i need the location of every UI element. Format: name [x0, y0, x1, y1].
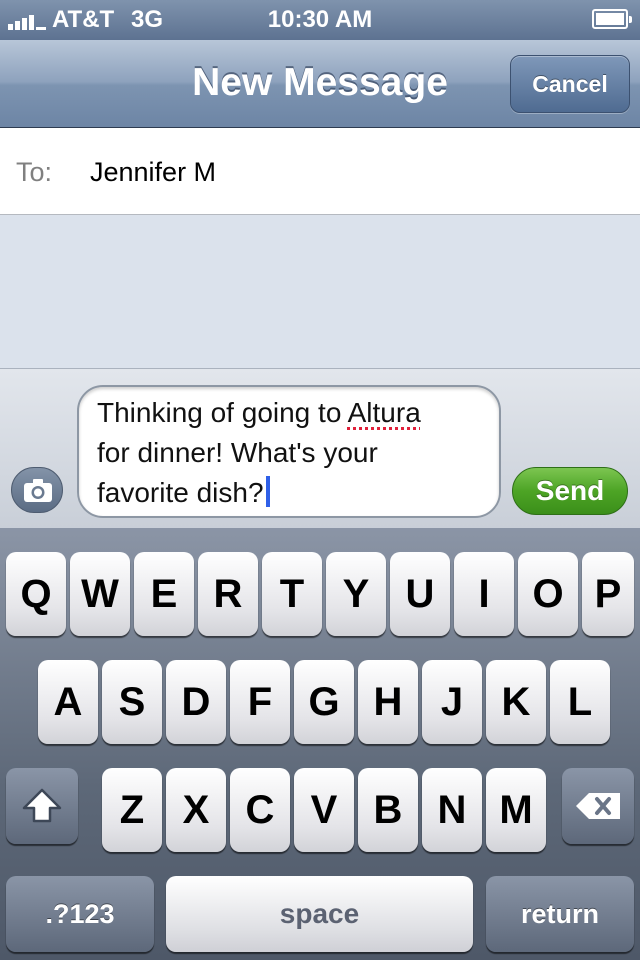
key-s[interactable]: S: [102, 660, 162, 744]
message-text[interactable]: Thinking of going to Altura for dinner! …: [97, 393, 487, 513]
return-key[interactable]: return: [486, 876, 634, 952]
key-x[interactable]: X: [166, 768, 226, 852]
status-bar: AT&T 3G 10:30 AM: [0, 0, 640, 40]
message-line-1: Thinking of going to: [97, 397, 348, 428]
backspace-icon: [576, 793, 620, 819]
message-line-2: for dinner! What's your: [97, 437, 378, 468]
send-button[interactable]: Send: [512, 467, 628, 515]
keyboard: Q W E R T Y U I O P A S D F G H J K L Z …: [0, 528, 640, 960]
key-r[interactable]: R: [198, 552, 258, 636]
key-m[interactable]: M: [486, 768, 546, 852]
shift-key[interactable]: [6, 768, 78, 844]
key-p[interactable]: P: [582, 552, 634, 636]
message-input[interactable]: Thinking of going to Altura for dinner! …: [77, 385, 501, 518]
shift-arrow-icon: [22, 788, 62, 823]
key-k[interactable]: K: [486, 660, 546, 744]
key-l[interactable]: L: [550, 660, 610, 744]
numbers-key[interactable]: .?123: [6, 876, 154, 952]
battery-icon: [592, 9, 632, 29]
key-u[interactable]: U: [390, 552, 450, 636]
compose-bar: Thinking of going to Altura for dinner! …: [0, 368, 640, 528]
key-f[interactable]: F: [230, 660, 290, 744]
status-time: 10:30 AM: [267, 6, 373, 33]
key-y[interactable]: Y: [326, 552, 386, 636]
key-t[interactable]: T: [262, 552, 322, 636]
key-z[interactable]: Z: [102, 768, 162, 852]
navigation-bar: New Message Cancel: [0, 40, 640, 128]
key-w[interactable]: W: [70, 552, 130, 636]
recipient-name[interactable]: Jennifer M: [90, 157, 216, 188]
message-line-3: favorite dish?: [97, 477, 264, 508]
key-e[interactable]: E: [134, 552, 194, 636]
key-n[interactable]: N: [422, 768, 482, 852]
key-g[interactable]: G: [294, 660, 354, 744]
camera-icon: [24, 479, 52, 502]
text-cursor: [265, 476, 270, 507]
key-j[interactable]: J: [422, 660, 482, 744]
recipient-field[interactable]: To: Jennifer M: [0, 128, 640, 215]
key-o[interactable]: O: [518, 552, 578, 636]
key-c[interactable]: C: [230, 768, 290, 852]
key-d[interactable]: D: [166, 660, 226, 744]
key-a[interactable]: A: [38, 660, 98, 744]
misspelled-word[interactable]: Altura: [348, 397, 421, 428]
key-b[interactable]: B: [358, 768, 418, 852]
camera-button[interactable]: [11, 467, 63, 513]
key-v[interactable]: V: [294, 768, 354, 852]
key-q[interactable]: Q: [6, 552, 66, 636]
cancel-button[interactable]: Cancel: [510, 55, 630, 113]
key-i[interactable]: I: [454, 552, 514, 636]
space-key[interactable]: space: [166, 876, 473, 952]
backspace-key[interactable]: [562, 768, 634, 844]
key-h[interactable]: H: [358, 660, 418, 744]
recipient-label: To:: [16, 157, 53, 187]
